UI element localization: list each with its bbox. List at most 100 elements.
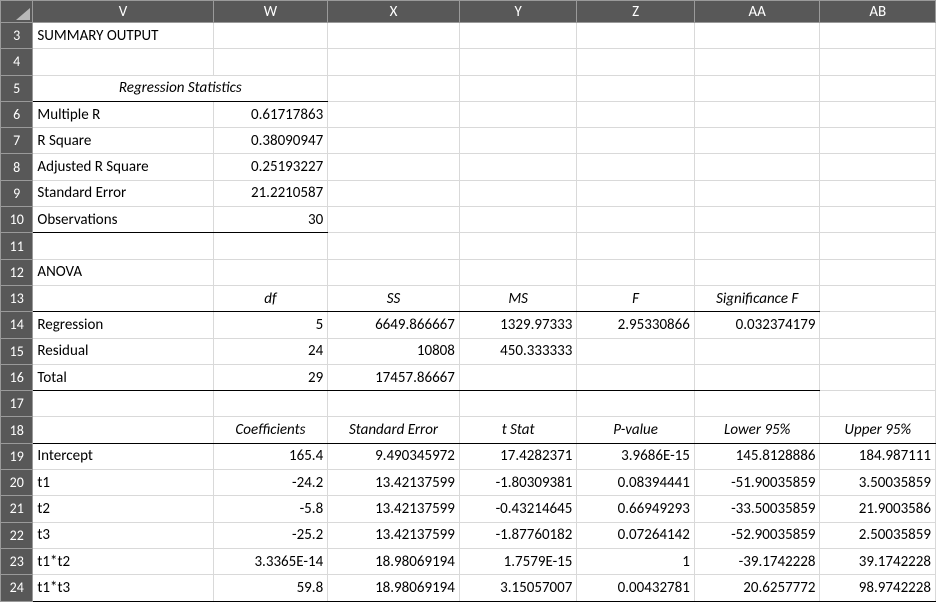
cell-Y24[interactable]: 3.15057007 — [459, 575, 577, 601]
cell-V12[interactable]: ANOVA — [33, 259, 213, 285]
row-header-5[interactable]: 5 — [1, 75, 33, 101]
cell-AB5[interactable] — [820, 75, 936, 101]
cell-Z13[interactable]: F — [577, 285, 695, 311]
cell-Y12[interactable] — [459, 259, 577, 285]
row-header-14[interactable]: 14 — [1, 312, 33, 338]
row-header-4[interactable]: 4 — [1, 49, 33, 75]
cell-V22[interactable]: t3 — [33, 522, 213, 548]
cell-AA13[interactable]: Significance F — [694, 285, 820, 311]
cell-X24[interactable]: 18.98069194 — [328, 575, 460, 601]
cell-Y7[interactable] — [459, 128, 577, 154]
cell-W13[interactable]: df — [213, 285, 327, 311]
cell-AA7[interactable] — [694, 128, 820, 154]
row-20[interactable]: 20t1-24.213.42137599-1.803093810.0839444… — [1, 470, 936, 496]
cell-W9[interactable]: 21.2210587 — [213, 180, 327, 206]
cell-Z24[interactable]: 0.00432781 — [577, 575, 695, 601]
cell-W22[interactable]: -25.2 — [213, 522, 327, 548]
cell-V21[interactable]: t2 — [33, 496, 213, 522]
col-header-AB[interactable]: AB — [820, 1, 936, 23]
row-8[interactable]: 8Adjusted R Square0.25193227 — [1, 154, 936, 180]
cell-AA10[interactable] — [694, 207, 820, 233]
cell-Z15[interactable] — [577, 338, 695, 364]
cell-Y11[interactable] — [459, 233, 577, 259]
cell-X22[interactable]: 13.42137599 — [328, 522, 460, 548]
row-21[interactable]: 21t2-5.813.42137599-0.432146450.66949293… — [1, 496, 936, 522]
cell-AA12[interactable] — [694, 259, 820, 285]
cell-V3[interactable]: SUMMARY OUTPUT — [33, 23, 213, 49]
select-all-corner[interactable] — [1, 1, 33, 23]
cell-Z14[interactable]: 2.95330866 — [577, 312, 695, 338]
cell-V18[interactable] — [33, 417, 213, 443]
row-header-23[interactable]: 23 — [1, 548, 33, 574]
row-header-20[interactable]: 20 — [1, 470, 33, 496]
row-22[interactable]: 22t3-25.213.42137599-1.877601820.0726414… — [1, 522, 936, 548]
cell-AA23[interactable]: -39.1742228 — [694, 548, 820, 574]
cell-AA5[interactable] — [694, 75, 820, 101]
cell-Z18[interactable]: P-value — [577, 417, 695, 443]
cell-Y23[interactable]: 1.7579E-15 — [459, 548, 577, 574]
cell-AB7[interactable] — [820, 128, 936, 154]
cell-W17[interactable] — [213, 391, 327, 417]
cell-X8[interactable] — [328, 154, 460, 180]
cell-V24[interactable]: t1*t3 — [33, 575, 213, 601]
cell-V10[interactable]: Observations — [33, 207, 213, 233]
cell-Z17[interactable] — [577, 391, 695, 417]
cell-X6[interactable] — [328, 101, 460, 127]
cell-Y20[interactable]: -1.80309381 — [459, 470, 577, 496]
cell-W19[interactable]: 165.4 — [213, 443, 327, 469]
cell-Y4[interactable] — [459, 49, 577, 75]
cell-W12[interactable] — [213, 259, 327, 285]
cell-V13[interactable] — [33, 285, 213, 311]
cell-X11[interactable] — [328, 233, 460, 259]
cell-X3[interactable] — [328, 23, 460, 49]
row-header-24[interactable]: 24 — [1, 575, 33, 601]
row-header-6[interactable]: 6 — [1, 101, 33, 127]
cell-X18[interactable]: Standard Error — [328, 417, 460, 443]
row-header-17[interactable]: 17 — [1, 391, 33, 417]
row-header-15[interactable]: 15 — [1, 338, 33, 364]
cell-AB8[interactable] — [820, 154, 936, 180]
cell-W8[interactable]: 0.25193227 — [213, 154, 327, 180]
cell-Y16[interactable] — [459, 364, 577, 390]
cell-Z8[interactable] — [577, 154, 695, 180]
cell-X13[interactable]: SS — [328, 285, 460, 311]
row-4[interactable]: 4 — [1, 49, 936, 75]
cell-AA3[interactable] — [694, 23, 820, 49]
cell-Z12[interactable] — [577, 259, 695, 285]
cell-Y21[interactable]: -0.43214645 — [459, 496, 577, 522]
row-header-12[interactable]: 12 — [1, 259, 33, 285]
cell-AA21[interactable]: -33.50035859 — [694, 496, 820, 522]
row-11[interactable]: 11 — [1, 233, 936, 259]
cell-AB22[interactable]: 2.50035859 — [820, 522, 936, 548]
row-header-8[interactable]: 8 — [1, 154, 33, 180]
cell-X7[interactable] — [328, 128, 460, 154]
row-header-13[interactable]: 13 — [1, 285, 33, 311]
cell-V20[interactable]: t1 — [33, 470, 213, 496]
cell-V4[interactable] — [33, 49, 213, 75]
cell-X14[interactable]: 6649.866667 — [328, 312, 460, 338]
cell-AA19[interactable]: 145.8128886 — [694, 443, 820, 469]
cell-AB24[interactable]: 98.9742228 — [820, 575, 936, 601]
cell-W10[interactable]: 30 — [213, 207, 327, 233]
cell-X15[interactable]: 10808 — [328, 338, 460, 364]
cell-Y3[interactable] — [459, 23, 577, 49]
cell-AA22[interactable]: -52.90035859 — [694, 522, 820, 548]
cell-AB17[interactable] — [820, 391, 936, 417]
cell-V14[interactable]: Regression — [33, 312, 213, 338]
col-header-AA[interactable]: AA — [694, 1, 820, 23]
cell-X9[interactable] — [328, 180, 460, 206]
cell-W11[interactable] — [213, 233, 327, 259]
cell-W3[interactable] — [213, 23, 327, 49]
cell-V16[interactable]: Total — [33, 364, 213, 390]
cell-W23[interactable]: 3.3365E-14 — [213, 548, 327, 574]
cell-X5[interactable] — [328, 75, 460, 101]
cell-AB18[interactable]: Upper 95% — [820, 417, 936, 443]
cell-Z21[interactable]: 0.66949293 — [577, 496, 695, 522]
col-header-X[interactable]: X — [328, 1, 460, 23]
cell-X23[interactable]: 18.98069194 — [328, 548, 460, 574]
cell-X12[interactable] — [328, 259, 460, 285]
cell-X17[interactable] — [328, 391, 460, 417]
cell-Z9[interactable] — [577, 180, 695, 206]
row-14[interactable]: 14Regression56649.8666671329.973332.9533… — [1, 312, 936, 338]
cell-W4[interactable] — [213, 49, 327, 75]
